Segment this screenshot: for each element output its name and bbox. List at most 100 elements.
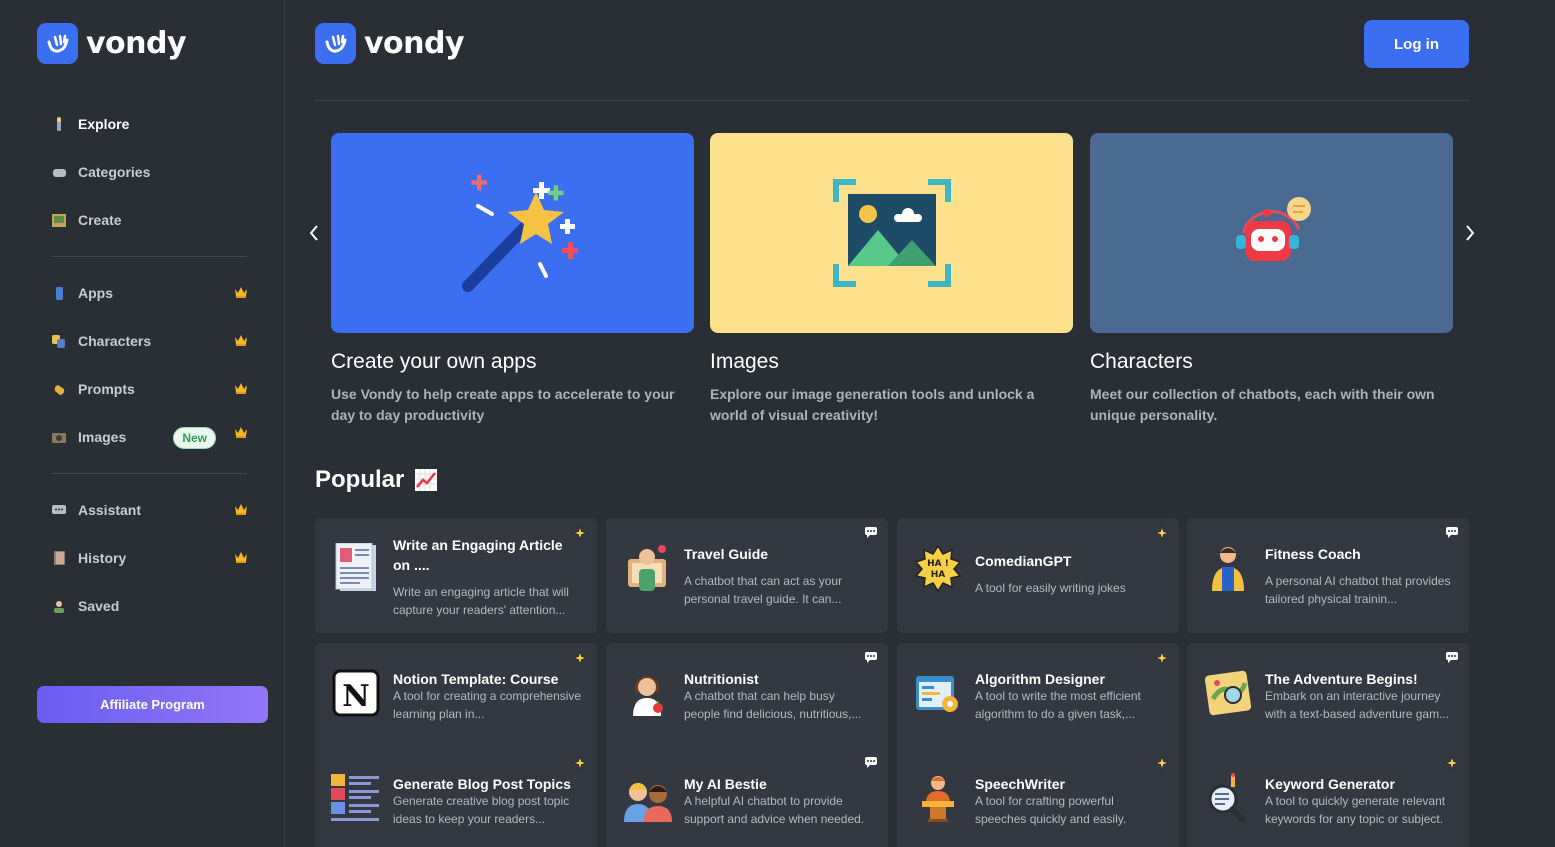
card-title: Keyword Generator [1265,776,1395,792]
sidebar-item-prompts[interactable]: Prompts [40,365,250,413]
feature-image [710,133,1073,333]
crown-icon [235,552,247,563]
feature-card-create-apps[interactable]: Create your own apps Use Vondy to help c… [331,133,694,426]
carousel-prev-arrow-icon[interactable] [304,218,324,248]
sidebar-item-explore[interactable]: Explore [40,100,250,148]
popular-title: Popular [315,466,405,493]
sparkle-icon [573,526,587,540]
svg-text:HA !: HA ! [927,559,949,569]
sidebar-item-label: History [78,550,127,566]
sparkle-icon [573,756,587,770]
sidebar-item-saved[interactable]: Saved [40,582,250,630]
sidebar-item-label: Assistant [78,502,142,518]
crown-icon [235,335,247,346]
chat-bubble-icon [865,757,877,768]
characters-icon [52,334,66,348]
images-icon [52,430,66,444]
sidebar-item-history[interactable]: History [40,534,250,582]
card-title: SpeechWriter [975,776,1065,792]
card-title: Travel Guide [684,546,769,562]
magic-wand-icon [461,174,578,292]
sidebar-item-apps[interactable]: Apps [40,269,250,317]
header-logo[interactable]: vondy [315,23,465,64]
feature-card-images[interactable]: Images Explore our image generation tool… [710,133,1073,426]
affiliate-program-button[interactable]: Affiliate Program [37,686,268,723]
popular-card[interactable]: HA ! HA ComedianGPT A tool for easily wri… [897,518,1179,633]
prompts-icon [52,382,66,396]
article-document-icon [331,542,381,594]
card-title: Fitness Coach [1265,546,1361,562]
fitness-coach-icon [1203,542,1253,594]
card-description: A helpful AI chatbot to provide support … [684,794,865,826]
haha-joke-icon: HA ! HA [913,542,963,594]
algorithm-code-icon [913,667,963,719]
trending-chart-icon [415,469,438,491]
feature-title: Characters [1090,350,1193,373]
chat-bubble-icon [865,652,877,663]
sparkle-icon [1155,526,1169,540]
categories-icon [52,165,66,179]
sidebar-item-label: Create [78,212,122,228]
popular-card[interactable]: My AI Bestie A helpful AI chatbot to pro… [606,748,888,847]
chat-bubble-icon [1446,652,1458,663]
card-description: A tool for creating a comprehensive lear… [393,689,582,721]
sidebar-item-characters[interactable]: Characters [40,317,250,365]
card-title: Algorithm Designer [975,671,1105,687]
chat-bubble-icon [1446,527,1458,538]
carousel-next-arrow-icon[interactable] [1460,218,1480,248]
feature-description: Explore our image generation tools and u… [710,386,1035,423]
card-title: Write an Engaging Article on .... [393,537,563,573]
new-badge: New [173,427,216,449]
sidebar-item-categories[interactable]: Categories [40,148,250,196]
sidebar-item-label: Apps [78,285,113,301]
popular-card[interactable]: N Notion Template: Course A tool for cre… [315,643,597,758]
card-title: ComedianGPT [975,553,1072,569]
feature-card-characters[interactable]: Characters Meet our collection of chatbo… [1090,133,1453,426]
card-title: Nutritionist [684,671,759,687]
sparkle-icon [1155,756,1169,770]
chat-bubble-icon [865,527,877,538]
card-title: The Adventure Begins! [1265,671,1418,687]
popular-card[interactable]: Algorithm Designer A tool to write the m… [897,643,1179,758]
sidebar-item-assistant[interactable]: Assistant [40,486,250,534]
adventure-map-icon [1203,667,1253,719]
sidebar-item-label: Explore [78,116,130,132]
popular-card[interactable]: Keyword Generator A tool to quickly gene… [1187,748,1469,847]
popular-card[interactable]: The Adventure Begins! Embark on an inter… [1187,643,1469,758]
card-description: Write an engaging article that will capt… [393,585,569,617]
popular-card[interactable]: Fitness Coach A personal AI chatbot that… [1187,518,1469,633]
history-icon [52,551,66,565]
sidebar-item-images[interactable]: Images New [40,413,250,461]
sidebar-logo[interactable]: vondy [37,23,187,64]
create-icon [52,213,66,227]
login-button[interactable]: Log in [1364,20,1469,68]
sidebar-item-label: Characters [78,333,152,349]
popular-card[interactable]: Nutritionist A chatbot that can help bus… [606,643,888,758]
card-description: A personal AI chatbot that provides tail… [1265,574,1451,606]
nav-primary: Explore Categories Create [40,100,250,244]
card-description: A chatbot that can act as your personal … [684,574,843,606]
card-title: Notion Template: Course [393,671,559,687]
feature-title: Images [710,350,779,373]
best-friends-icon [622,772,672,824]
popular-card[interactable]: SpeechWriter A tool for crafting powerfu… [897,748,1179,847]
popular-card[interactable]: Write an Engaging Article on .... Write … [315,518,597,633]
sidebar-divider [52,473,247,474]
nav-secondary: Apps Characters Prompts Images New [40,269,250,461]
sidebar-item-create[interactable]: Create [40,196,250,244]
travel-guide-icon [622,542,672,594]
popular-card[interactable]: Generate Blog Post Topics Generate creat… [315,748,597,847]
notion-logo-icon: N [331,667,381,719]
assistant-icon [52,503,66,517]
svg-text:N: N [342,679,369,714]
card-description: Embark on an interactive journey with a … [1265,689,1450,721]
card-title: My AI Bestie [684,776,767,792]
feature-description: Use Vondy to help create apps to acceler… [331,386,675,423]
sparkle-icon [1445,756,1459,770]
popular-card[interactable]: Travel Guide A chatbot that can act as y… [606,518,888,633]
nav-tertiary: Assistant History Saved [40,486,250,630]
sidebar: vondy Explore Categories Create Apps Cha… [0,0,285,847]
crown-icon [235,427,247,438]
card-description: A tool for easily writing jokes [975,581,1126,595]
crown-icon [235,504,247,515]
